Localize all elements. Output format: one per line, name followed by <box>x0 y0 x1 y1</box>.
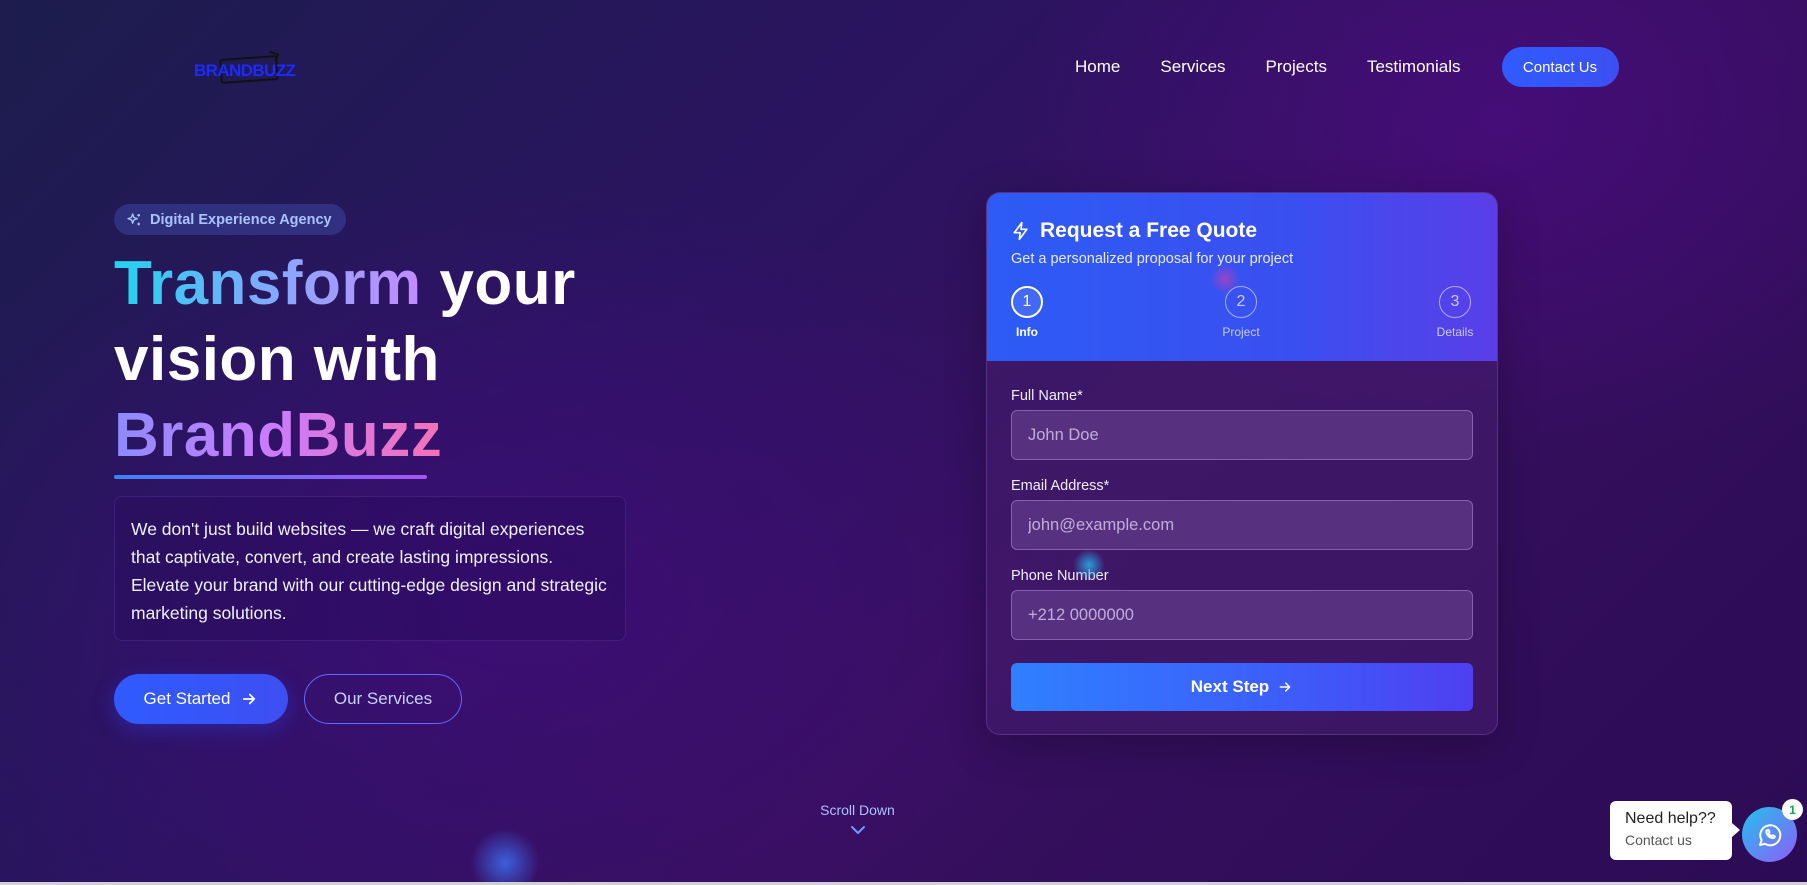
nav-link-services[interactable]: Services <box>1160 57 1225 77</box>
quote-form-title-text: Request a Free Quote <box>1040 219 1258 242</box>
headline-line2: vision with <box>114 325 440 394</box>
full-name-input[interactable] <box>1011 410 1473 460</box>
step-details[interactable]: 3 Details <box>1425 286 1485 339</box>
nav-link-home[interactable]: Home <box>1075 57 1120 77</box>
phone-input[interactable] <box>1011 590 1473 640</box>
step-info[interactable]: 1 Info <box>997 286 1057 339</box>
our-services-button[interactable]: Our Services <box>304 674 462 724</box>
help-subtitle: Contact us <box>1625 832 1692 848</box>
decorative-glow-dot <box>1073 549 1105 581</box>
hero-description: We don't just build websites — we craft … <box>114 496 626 641</box>
contact-us-button[interactable]: Contact Us <box>1501 47 1619 87</box>
help-title: Need help?? <box>1625 810 1716 827</box>
sparkles-icon <box>127 212 140 225</box>
step-project[interactable]: 2 Project <box>1211 286 1271 339</box>
email-input[interactable] <box>1011 500 1473 550</box>
email-label: Email Address* <box>1011 478 1110 494</box>
step-number: 1 <box>1011 286 1043 318</box>
next-step-label: Next Step <box>1190 677 1270 696</box>
scroll-down-indicator[interactable]: Scroll Down <box>800 802 915 836</box>
decorative-glow-dot <box>470 828 540 885</box>
quote-form-subtitle: Get a personalized proposal for your pro… <box>1011 251 1294 267</box>
nav-link-projects[interactable]: Projects <box>1266 57 1327 77</box>
step-number: 3 <box>1439 286 1471 318</box>
headline-transform: Transform <box>114 249 422 318</box>
next-step-button[interactable]: Next Step <box>1011 663 1473 711</box>
nav-link-testimonials[interactable]: Testimonials <box>1367 57 1461 77</box>
agency-badge: Digital Experience Agency <box>114 204 346 235</box>
lightning-icon <box>1013 221 1028 241</box>
hero-headline: Transform your vision with BrandBuzz <box>114 246 576 474</box>
main-nav: Home Services Projects Testimonials Cont… <box>1075 47 1619 87</box>
get-started-label: Get Started <box>143 689 231 708</box>
landing-page: BRANDBUZZ Home Services Projects Testimo… <box>0 0 1807 885</box>
quote-form-title: Request a Free Quote <box>1011 219 1257 243</box>
chevron-down-icon <box>850 826 865 834</box>
quote-form-header: Request a Free Quote Get a personalized … <box>987 193 1497 361</box>
step-label: Details <box>1436 325 1474 339</box>
whatsapp-icon <box>1758 823 1781 846</box>
headline-your: your <box>421 249 576 318</box>
step-label: Project <box>1222 325 1260 339</box>
logo-text: BRANDBUZZ <box>194 61 296 80</box>
help-chat-bubble[interactable]: Need help?? Contact us <box>1610 801 1740 860</box>
brand-logo[interactable]: BRANDBUZZ <box>190 50 296 84</box>
arrow-right-icon <box>243 693 256 705</box>
full-name-label: Full Name* <box>1011 388 1083 404</box>
scroll-down-label: Scroll Down <box>820 802 895 818</box>
notification-badge: 1 <box>1782 799 1803 820</box>
step-label: Info <box>1016 325 1038 339</box>
headline-underline <box>114 475 427 479</box>
get-started-button[interactable]: Get Started <box>114 674 288 724</box>
arrow-right-icon <box>1279 682 1291 692</box>
quote-form-card: Request a Free Quote Get a personalized … <box>986 192 1498 735</box>
decorative-glow-dot <box>1210 264 1240 294</box>
headline-brand: BrandBuzz <box>114 401 443 470</box>
badge-label: Digital Experience Agency <box>150 211 332 228</box>
